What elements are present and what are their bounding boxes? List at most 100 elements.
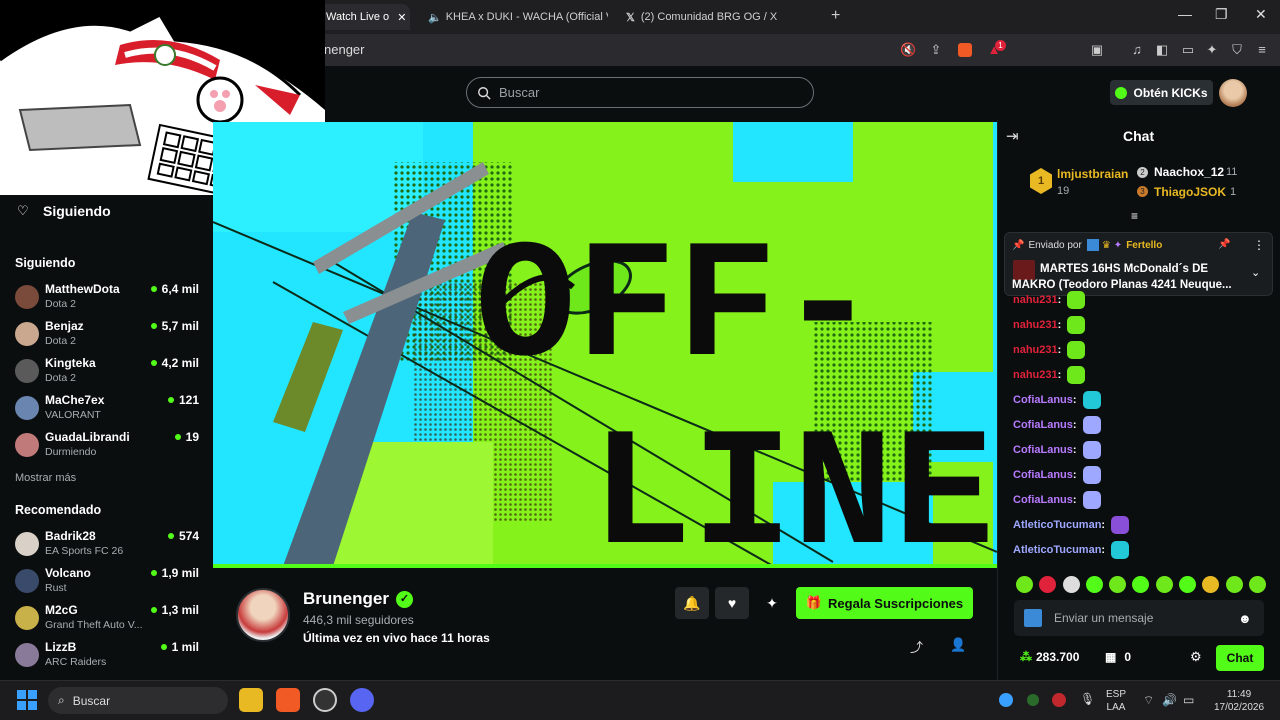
leaderboard-user-1[interactable]: lmjustbraian <box>1057 167 1128 181</box>
discord-icon[interactable] <box>350 688 374 712</box>
chat-username[interactable]: nahu231 <box>1013 369 1058 381</box>
battery-icon[interactable]: ▭ <box>1183 693 1194 707</box>
quick-emote[interactable] <box>1039 576 1057 593</box>
sidebar-toggle-icon[interactable]: ◧ <box>1154 42 1170 58</box>
emoji-picker-icon[interactable]: ☻ <box>1238 611 1252 626</box>
recommended-channel-item[interactable]: Volcano Rust 1,9 mil <box>15 566 205 600</box>
offline-text-line2: LINE <box>591 403 994 566</box>
quick-emote[interactable] <box>1202 576 1220 593</box>
minimize-button[interactable]: — <box>1178 6 1192 22</box>
clock[interactable]: 11:49 17/02/2026 <box>1208 688 1270 714</box>
search-input[interactable]: Buscar <box>466 77 814 108</box>
leaderboard-user-3[interactable]: ThiagoJSOK <box>1154 185 1226 199</box>
chat-username[interactable]: AtleticoTucuman <box>1013 519 1101 531</box>
language-indicator[interactable]: ESP LAA <box>1106 688 1126 714</box>
tab-comunidad-brg[interactable]: 𝕏 (2) Comunidad BRG OG / X <box>626 4 816 30</box>
chat-message: CofiaLanus: <box>1013 440 1101 460</box>
recommended-channel-item[interactable]: LizzB ARC Raiders 1 mil <box>15 640 205 674</box>
recommended-channel-item[interactable]: M2cG Grand Theft Auto V... 1,3 mil <box>15 603 205 637</box>
chat-username[interactable]: nahu231 <box>1013 319 1058 331</box>
share-icon[interactable]: ⇪ <box>928 42 944 58</box>
quick-emote[interactable] <box>1016 576 1033 593</box>
file-explorer-icon[interactable] <box>239 688 263 712</box>
chat-username[interactable]: CofiaLanus <box>1013 494 1073 506</box>
live-dot-icon <box>150 323 157 329</box>
chat-message-input[interactable]: Enviar un mensaje <box>1014 600 1264 636</box>
gift-subs-button[interactable]: 🎁 Regala Suscripciones <box>796 587 973 619</box>
quick-emote[interactable] <box>1109 576 1127 593</box>
leaderboard-expand-icon[interactable]: ≡ <box>1131 209 1138 223</box>
maximize-button[interactable]: ❐ <box>1215 6 1228 23</box>
mute-icon[interactable]: 🔇 <box>900 42 916 58</box>
unpin-icon[interactable]: 📌 <box>1218 239 1230 250</box>
following-channel-item[interactable]: GuadaLibrandi Durmiendo 19 <box>15 430 205 464</box>
quick-emote[interactable] <box>1062 576 1080 593</box>
leaderboard-user-2[interactable]: Naachox_12 <box>1154 165 1224 179</box>
menu-icon[interactable]: ≡ <box>1254 42 1270 58</box>
following-channel-item[interactable]: Benjaz Dota 2 5,7 mil <box>15 319 205 353</box>
chevron-down-icon[interactable]: ⌄ <box>1251 266 1260 279</box>
get-kicks-button[interactable]: Obtén KICKs <box>1110 80 1213 105</box>
drops-counter[interactable]: ▦ 0 <box>1105 650 1131 664</box>
chat-username[interactable]: CofiaLanus <box>1013 394 1073 406</box>
vpn-icon[interactable]: ⛉ <box>1229 42 1245 58</box>
taskbar-search-input[interactable]: ⌕ Buscar <box>48 687 228 714</box>
wifi-icon[interactable]: ⌔ <box>1143 693 1154 708</box>
quick-emote[interactable] <box>1132 576 1150 593</box>
channel-name: MaChe7ex <box>45 393 105 407</box>
sparkle-button[interactable]: ✦ <box>755 587 789 619</box>
close-window-button[interactable]: ✕ <box>1255 6 1267 23</box>
following-nav-item[interactable]: Siguiendo <box>43 203 111 219</box>
following-channel-item[interactable]: MaChe7ex VALORANT 121 <box>15 393 205 427</box>
chat-username[interactable]: CofiaLanus <box>1013 469 1073 481</box>
chat-settings-gear-icon[interactable]: ⚙ <box>1190 649 1202 665</box>
leo-ai-icon[interactable]: ✦ <box>1204 42 1220 58</box>
user-avatar[interactable] <box>1219 79 1247 107</box>
microphone-icon[interactable]: 🎙 <box>1080 692 1095 706</box>
windows-start-icon[interactable] <box>17 690 37 710</box>
quick-emote[interactable] <box>1179 576 1197 593</box>
onedrive-icon[interactable] <box>999 693 1013 707</box>
tray-app-icon[interactable] <box>1052 693 1066 707</box>
chat-username[interactable]: nahu231 <box>1013 344 1058 356</box>
pinned-more-icon[interactable]: ⋮ <box>1253 238 1265 252</box>
url-field[interactable]: nenger <box>324 42 364 57</box>
quick-emote[interactable] <box>1155 576 1173 593</box>
chat-username[interactable]: CofiaLanus <box>1013 419 1073 431</box>
add-friend-icon[interactable]: 👤 <box>950 637 966 653</box>
chat-emote <box>1067 291 1086 309</box>
tab-watch-live[interactable]: Watch Live o ✕ <box>314 4 410 30</box>
quick-emote[interactable] <box>1248 576 1266 593</box>
tab-khea-duki[interactable]: 🔈 KHEA x DUKI - WACHA (Official V <box>422 4 608 30</box>
chat-send-button[interactable]: Chat <box>1216 645 1264 671</box>
channel-avatar[interactable] <box>236 588 290 642</box>
chat-username[interactable]: CofiaLanus <box>1013 444 1073 456</box>
brave-browser-icon[interactable] <box>276 688 300 712</box>
following-channel-item[interactable]: Kingteka Dota 2 4,2 mil <box>15 356 205 390</box>
nvidia-icon[interactable] <box>1027 694 1039 706</box>
pinned-author[interactable]: Fertello <box>1126 240 1162 251</box>
share-channel-icon[interactable]: ⤴ <box>910 637 923 656</box>
wallet-icon[interactable]: ▭ <box>1180 42 1196 58</box>
video-player-offline[interactable]: OFF- LINE <box>213 122 997 566</box>
following-channel-item[interactable]: MatthewDota Dota 2 6,4 mil <box>15 282 205 316</box>
show-more-link[interactable]: Mostrar más <box>15 472 76 484</box>
steam-icon[interactable] <box>313 688 337 712</box>
follow-heart-button[interactable]: ♥ <box>715 587 749 619</box>
channel-points[interactable]: ⁂ 283.700 <box>1020 650 1079 664</box>
quick-emote[interactable] <box>1085 576 1103 593</box>
media-icon[interactable]: ♫ <box>1129 42 1145 58</box>
volume-icon[interactable]: 🔊 <box>1162 693 1177 707</box>
chat-username[interactable]: AtleticoTucuman <box>1013 544 1101 556</box>
new-tab-button[interactable]: + <box>831 7 840 25</box>
notifications-bell-button[interactable]: 🔔 <box>675 587 709 619</box>
recommended-channel-item[interactable]: Badrik28 EA Sports FC 26 574 <box>15 529 205 563</box>
reader-icon[interactable]: ▣ <box>1089 42 1105 58</box>
live-dot-icon <box>150 607 157 613</box>
brave-shield-icon[interactable] <box>958 43 972 57</box>
chat-username[interactable]: nahu231 <box>1013 294 1058 306</box>
tab-close-icon[interactable]: ✕ <box>397 11 406 24</box>
quick-emote[interactable] <box>1225 576 1243 593</box>
channel-name[interactable]: Brunenger <box>303 589 389 609</box>
collapse-chat-icon[interactable]: ⇥ <box>1006 127 1019 145</box>
